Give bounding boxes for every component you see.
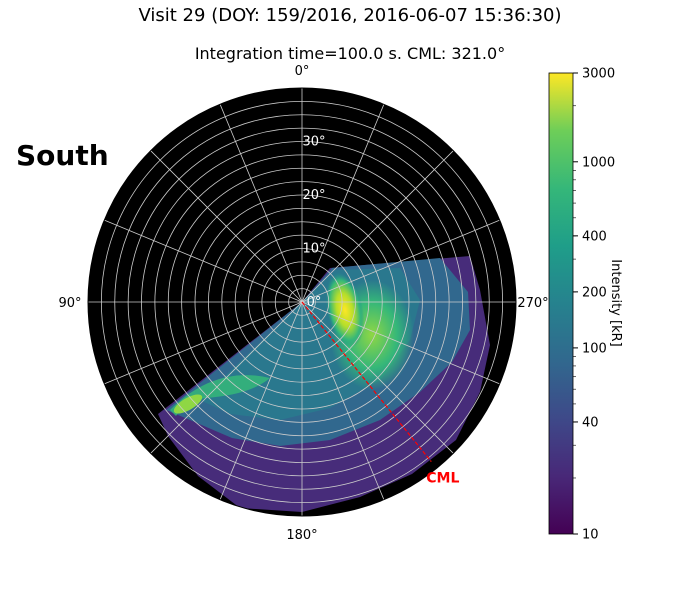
colorbar-tick-label: 3000 [582,67,615,82]
angle-label-right: 270° [517,296,548,311]
angle-label-top: 0° [295,64,310,79]
angle-label-left: 90° [58,296,81,311]
radial-tick-label: 20° [302,188,325,203]
radial-tick-label: 10° [302,242,325,257]
radial-tick-label: 30° [302,135,325,150]
polar-plot: 0° 10° 20° 30° 0° 90° 180° 270° CML 3000 100… [58,64,623,543]
cml-label: CML [426,471,459,487]
colorbar-tick-label: 1000 [582,155,615,170]
radial-tick-label: 0° [307,295,322,310]
colorbar-tick-label: 100 [582,341,607,356]
colorbar-label: Intensity [kR] [608,259,623,346]
colorbar [548,72,574,535]
angle-label-bottom: 180° [286,528,317,543]
colorbar-tick-label: 10 [582,528,599,543]
colorbar-tick-label: 200 [582,285,607,300]
colorbar-tick-label: 40 [582,415,599,430]
colorbar-tick-label: 400 [582,229,607,244]
